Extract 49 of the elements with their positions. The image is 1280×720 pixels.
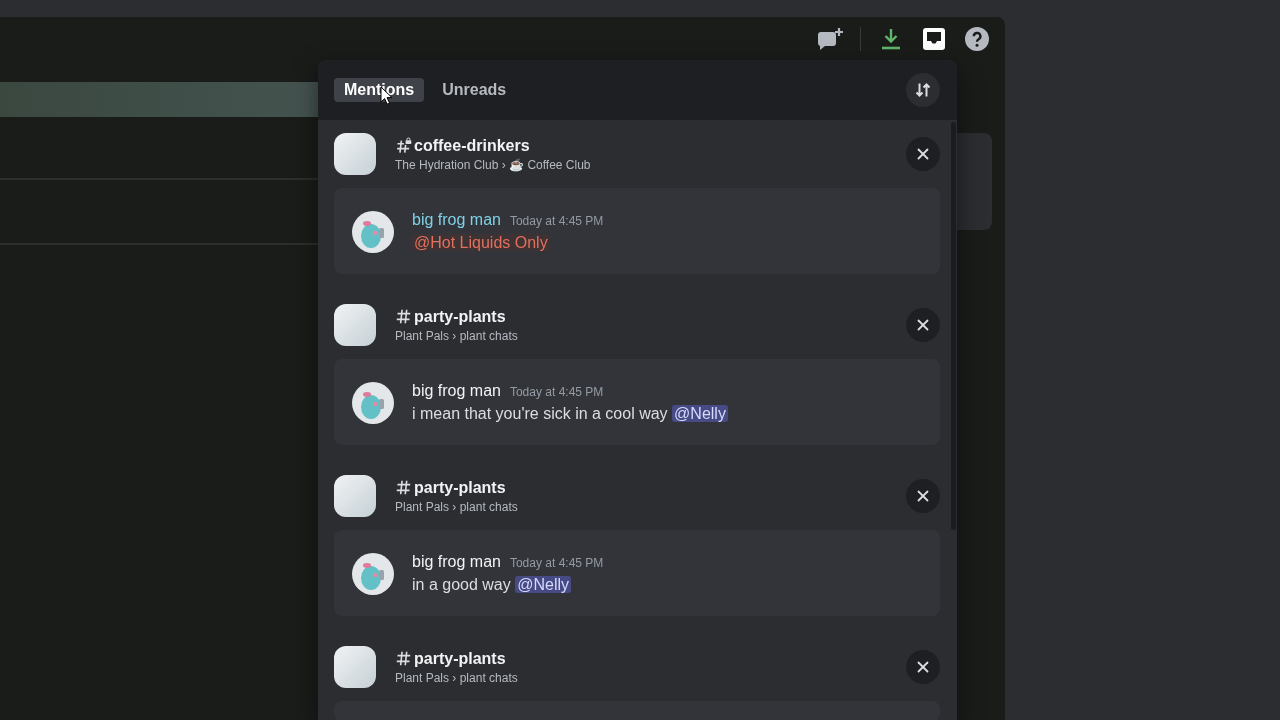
scrollbar-thumb[interactable] bbox=[951, 122, 956, 530]
channel-path: Plant Pals › plant chats bbox=[395, 498, 518, 515]
author-name[interactable]: big frog man bbox=[412, 209, 501, 231]
message-card[interactable]: big frog man Today at 4:45 PM i mean that you're sick in a cool way @Nelly bbox=[334, 359, 940, 445]
close-button[interactable] bbox=[906, 308, 940, 342]
sort-arrows-icon bbox=[915, 82, 931, 98]
channel-name[interactable]: party-plants bbox=[414, 477, 506, 498]
chat-bubble-plus-icon bbox=[817, 26, 843, 51]
sort-button[interactable] bbox=[906, 73, 940, 107]
inbox-icon bbox=[922, 26, 946, 51]
channel-name[interactable]: party-plants bbox=[414, 648, 506, 669]
avatar-icon bbox=[352, 552, 394, 595]
author-name[interactable]: big frog man bbox=[412, 551, 501, 573]
hash-icon bbox=[395, 308, 412, 325]
message-text: in a good way @Nelly bbox=[412, 575, 571, 595]
hash-lock-icon bbox=[395, 137, 412, 154]
channel-path: Plant Pals › plant chats bbox=[395, 327, 518, 344]
inbox-tab[interactable]: Mentions bbox=[334, 78, 425, 102]
hash-icon bbox=[395, 650, 412, 667]
close-button[interactable] bbox=[906, 137, 940, 171]
role-mention[interactable]: @Hot Liquids Only bbox=[412, 234, 550, 251]
server-photo-placeholder bbox=[334, 646, 376, 688]
message-card[interactable]: big frog man Today at 4:45 PM in a good way @Nelly bbox=[334, 530, 940, 616]
message-timestamp: Today at 4:45 PM bbox=[509, 555, 604, 572]
inbox-tab[interactable]: Unreads bbox=[432, 78, 517, 102]
message-timestamp: Today at 4:45 PM bbox=[509, 213, 604, 230]
author-name[interactable]: big frog man bbox=[412, 380, 501, 402]
download-icon bbox=[879, 26, 903, 51]
channel-name[interactable]: coffee-drinkers bbox=[414, 135, 530, 156]
close-button[interactable] bbox=[906, 650, 940, 684]
help-button[interactable] bbox=[964, 25, 990, 52]
close-button[interactable] bbox=[906, 479, 940, 513]
new-message-button[interactable] bbox=[817, 25, 843, 52]
hash-icon bbox=[395, 479, 412, 496]
message-text: i mean that you're sick in a cool way @Nelly bbox=[412, 404, 728, 424]
inbox-button[interactable] bbox=[921, 25, 947, 52]
message-timestamp: Today at 4:45 PM bbox=[509, 384, 604, 401]
help-icon bbox=[965, 26, 989, 51]
server-photo-placeholder bbox=[334, 475, 376, 517]
avatar-icon bbox=[352, 381, 394, 424]
user-mention[interactable]: @Nelly bbox=[515, 576, 571, 593]
message-card[interactable]: big frog man Today at 4:45 PM @Hot Liquids Only bbox=[334, 188, 940, 274]
server-photo-placeholder bbox=[334, 133, 376, 175]
channel-path: Plant Pals › plant chats bbox=[395, 669, 518, 686]
user-mention[interactable]: @Nelly bbox=[672, 405, 728, 422]
channel-path: The Hydration Club › ☕ Coffee Club bbox=[395, 156, 591, 173]
avatar-icon bbox=[352, 210, 394, 253]
channel-name[interactable]: party-plants bbox=[414, 306, 506, 327]
server-photo-placeholder bbox=[334, 304, 376, 346]
